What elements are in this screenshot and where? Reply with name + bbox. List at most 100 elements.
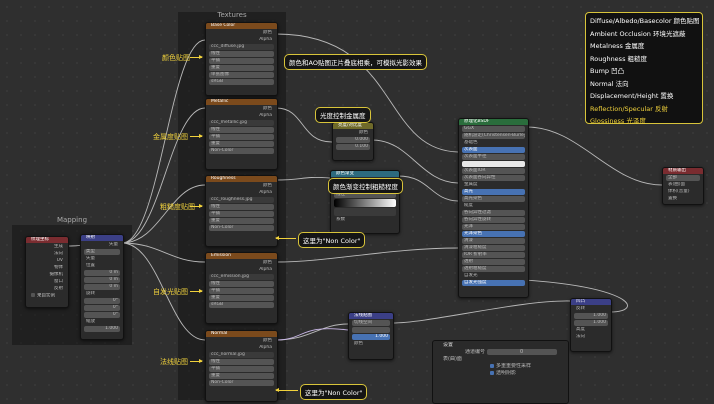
brightness-contrast-node[interactable]: 亮度/对比度 颜色 0.000 0.100: [332, 122, 374, 161]
image-texture-node-metallic[interactable]: Metallic 颜色 Alpha ccc_metallic.jpg 线性 平铺…: [205, 98, 278, 170]
input-transmission-roughness[interactable]: 透射粗糙度: [462, 266, 525, 272]
input-emission-strength[interactable]: 自发光强度: [462, 280, 525, 286]
projection-select[interactable]: 平铺: [209, 134, 274, 140]
input-sheen-tint[interactable]: 光泽染色: [462, 231, 525, 237]
source-select[interactable]: 单张图像: [209, 72, 274, 78]
input-specular[interactable]: 高光: [462, 189, 525, 195]
input-subsurface[interactable]: 次表面: [462, 147, 525, 153]
projection-select[interactable]: 平铺: [209, 288, 274, 294]
input-subsurface-color[interactable]: [462, 161, 525, 167]
input-anisotropic[interactable]: 各向异性过滤: [462, 210, 525, 216]
colorspace-select[interactable]: sRGB: [209, 302, 274, 308]
mapping-type-select[interactable]: 类型: [84, 249, 120, 255]
uv-map-field[interactable]: [352, 327, 390, 333]
projection-select[interactable]: 平铺: [209, 366, 274, 372]
extension-select[interactable]: 重复: [209, 218, 274, 224]
surface-section[interactable]: 表(曲)面: [441, 356, 565, 362]
image-file-field[interactable]: ccc_diffuse.jpg: [209, 44, 274, 50]
extension-select[interactable]: 重复: [209, 295, 274, 301]
input-ior[interactable]: IOR 折射率: [462, 252, 525, 258]
extension-select[interactable]: 重复: [209, 65, 274, 71]
output-color: 颜色: [359, 130, 368, 135]
pass-index-label: 通道编号: [464, 349, 485, 355]
image-texture-node-roughness[interactable]: Roughness 颜色 Alpha ccc_roughness.jpg 线性 …: [205, 175, 278, 247]
principled-bsdf-node[interactable]: 原理化BSDF GGX 随机游走(Christensen-Burley) 基础色…: [458, 118, 529, 298]
material-output-node[interactable]: 材质输出 全部 表(曲)面 体积(音量) 置换: [662, 167, 704, 205]
legend-item-reflection: Reflection/Specular 反射: [590, 104, 669, 113]
rotation-y[interactable]: 0°: [84, 305, 120, 311]
location-z[interactable]: 0 m: [84, 284, 120, 290]
colorspace-select[interactable]: sRGB: [209, 79, 274, 85]
interpolation-select[interactable]: 线性: [209, 51, 274, 57]
legend-item-roughness: Roughness 粗糙度: [590, 54, 648, 63]
extension-select[interactable]: 重复: [209, 141, 274, 147]
image-file-field[interactable]: ccc_emission.jpg: [209, 274, 274, 280]
scale-x[interactable]: 1.000: [84, 326, 120, 332]
image-texture-node-normal[interactable]: Normal 颜色 Alpha ccc_normal.jpg 线性 平铺 重复 …: [205, 330, 278, 402]
node-header: 原理化BSDF: [459, 119, 528, 125]
material-settings-panel[interactable]: 设置 通道编号 0 表(曲)面 多重重要性采样 透明阴影: [432, 340, 569, 404]
image-file-field[interactable]: ccc_roughness.jpg: [209, 197, 274, 203]
input-roughness: 糙度: [464, 203, 473, 208]
input-sheen[interactable]: 光泽: [462, 224, 525, 230]
projection-select[interactable]: 平铺: [209, 211, 274, 217]
input-anisotropic-rotation[interactable]: 各向异性旋转: [462, 217, 525, 223]
input-subsurface-ior[interactable]: 次表面IOR: [462, 168, 525, 174]
space-select[interactable]: 切线空间: [352, 320, 390, 326]
output-object: 物体: [54, 265, 63, 270]
input-clearcoat-roughness[interactable]: 清漆粗糙度: [462, 245, 525, 251]
node-header: 纹理坐标: [26, 237, 68, 243]
brightness-field[interactable]: 0.000: [336, 137, 370, 143]
colorspace-select[interactable]: Non-Color: [209, 225, 274, 231]
input-subsurface-aniso[interactable]: 次表面各向异性: [462, 175, 525, 181]
image-file-field[interactable]: ccc_metallic.jpg: [209, 120, 274, 126]
strength-field[interactable]: 1.000: [352, 334, 390, 340]
texture-coordinate-node[interactable]: 纹理坐标 生成 法向 UV 物体 摄像机 窗口 反射 来自实例: [25, 236, 69, 308]
rotation-x[interactable]: 0°: [84, 298, 120, 304]
arrow-rough: [190, 204, 203, 208]
interpolation-select[interactable]: 线性: [209, 204, 274, 210]
image-texture-node-emission[interactable]: Emission 颜色 Alpha ccc_emission.jpg 线性 平铺…: [205, 252, 278, 324]
input-emission: 自发光: [464, 273, 478, 278]
input-transmission[interactable]: 透射: [462, 259, 525, 265]
ramp-stop-field[interactable]: [334, 208, 396, 216]
mapping-node[interactable]: 映射 矢量 类型 矢量 位置 0 m 0 m 0 m 旋转 0° 0° 0° 缩…: [80, 234, 124, 340]
rotation-z[interactable]: 0°: [84, 312, 120, 318]
strength-field[interactable]: 1.000: [574, 313, 608, 319]
image-texture-node-basecolor[interactable]: Base Color 颜色 Alpha ccc_diffuse.jpg 线性 平…: [205, 22, 278, 96]
annotation-metal-control: 光度控制金属度: [315, 107, 371, 123]
legend-item-displacement: Displacement/Height 置换: [590, 92, 674, 100]
input-specular-tint[interactable]: 高光染色: [462, 196, 525, 202]
image-file-field[interactable]: ccc_normal.jpg: [209, 352, 274, 358]
extension-select[interactable]: 重复: [209, 373, 274, 379]
colorspace-select[interactable]: Non-Color: [209, 148, 274, 154]
pass-index-field[interactable]: 0: [486, 349, 557, 355]
interpolation-select[interactable]: 线性: [209, 359, 274, 365]
subsurface-method-select[interactable]: 随机游走(Christensen-Burley): [462, 133, 525, 139]
distribution-select[interactable]: GGX: [462, 126, 525, 132]
scale-label: 缩放: [86, 319, 95, 324]
distance-field[interactable]: 1.000: [574, 320, 608, 326]
from-instancer-checkbox[interactable]: 来自实例: [29, 293, 65, 299]
mis-checkbox[interactable]: 多重重要性采样: [488, 363, 565, 369]
normal-map-node[interactable]: 法线贴图 切线空间 1.000 颜色: [348, 312, 394, 360]
node-header: Normal: [206, 331, 277, 337]
projection-select[interactable]: 平铺: [209, 58, 274, 64]
arrow-color: [190, 55, 203, 59]
annotation-noncolor-1: 这里为"Non Color": [298, 232, 366, 248]
input-subsurface-radius[interactable]: 次表面半径: [462, 154, 525, 160]
contrast-field[interactable]: 0.100: [336, 144, 370, 150]
transparent-shadow-checkbox[interactable]: 透明阴影: [488, 370, 565, 376]
colorspace-select[interactable]: Non-Color: [209, 380, 274, 386]
location-y[interactable]: 0 m: [84, 277, 120, 283]
annotation-noncolor-2: 这里为"Non Color": [300, 384, 368, 400]
input-clearcoat[interactable]: 清漆: [462, 238, 525, 244]
ramp-gradient[interactable]: [334, 199, 396, 207]
invert-checkbox[interactable]: 反转: [574, 306, 608, 312]
target-select[interactable]: 全部: [666, 175, 700, 181]
location-x[interactable]: 0 m: [84, 270, 120, 276]
interpolation-select[interactable]: 线性: [209, 127, 274, 133]
interpolation-select[interactable]: 线性: [209, 281, 274, 287]
bump-node[interactable]: 凹凸 反转 1.000 1.000 高度 法向: [570, 298, 612, 352]
location-label: 位置: [86, 263, 95, 268]
